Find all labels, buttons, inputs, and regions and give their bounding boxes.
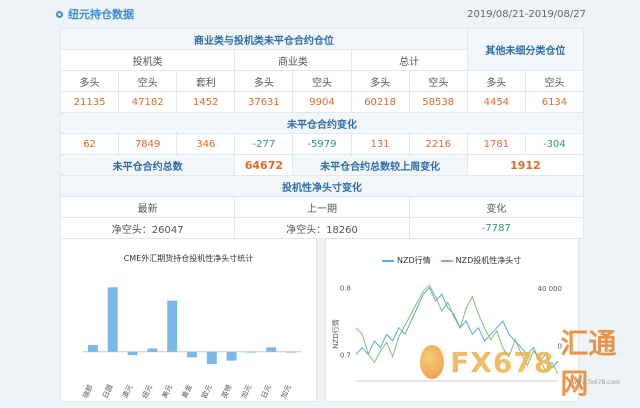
legend-item-price: NZD行情 bbox=[382, 255, 431, 266]
y-left-tick: 0.7 bbox=[340, 351, 351, 359]
net-change: -7787 bbox=[408, 217, 585, 239]
bar bbox=[107, 287, 118, 352]
cell: 37631 bbox=[234, 91, 294, 113]
cell: 2216 bbox=[408, 133, 468, 155]
date-range: 2019/08/21-2019/08/27 bbox=[467, 8, 586, 20]
circle-bullet-icon bbox=[56, 10, 63, 18]
cell: -277 bbox=[234, 133, 294, 155]
x-tick-label: 黄金 bbox=[180, 383, 194, 399]
bar-chart-title: CME外汇期货持仓投机性净头寸统计 bbox=[123, 254, 254, 263]
oi-change-value: 1912 bbox=[466, 154, 585, 176]
bar bbox=[187, 351, 197, 358]
x-tick-label: 瑞郎 bbox=[81, 383, 95, 399]
net-col-prev: 上一期 bbox=[234, 196, 410, 218]
col-spread: 套利 bbox=[176, 70, 236, 92]
cell: 58538 bbox=[408, 91, 468, 113]
watermark-brand: FX678 bbox=[450, 345, 555, 379]
y-axis-label: NZD行情 bbox=[331, 319, 340, 348]
bar bbox=[286, 351, 297, 353]
page-title: 纽元持仓数据 bbox=[56, 6, 134, 22]
bar-chart: 瑞郎 日圆 澳元 纽元 美元 黄金 欧元 英镑 加元 日元 加元 bbox=[81, 287, 301, 400]
net-col-latest: 最新 bbox=[59, 196, 236, 218]
cell: 1452 bbox=[176, 91, 236, 113]
change-title: 未平仓合约变化 bbox=[60, 112, 584, 134]
changes-row: 62 7849 346 -277 -5979 131 2216 1781 -30… bbox=[59, 133, 585, 155]
col-long: 多头 bbox=[59, 70, 120, 92]
net-prev: 净空头：18260 bbox=[234, 217, 410, 239]
legend-item-position: NZD投机性净头寸 bbox=[440, 255, 522, 266]
net-col-change: 变化 bbox=[408, 196, 585, 218]
cot-table: 商业类与投机类未平仓合约仓位 其他未细分类仓位 投机类 商业类 总计 多头 空头… bbox=[59, 28, 585, 239]
total-header: 总计 bbox=[350, 49, 468, 71]
cell: 346 bbox=[176, 133, 236, 155]
cell: 7849 bbox=[118, 133, 178, 155]
bar bbox=[147, 348, 158, 352]
cell: 21135 bbox=[59, 91, 120, 113]
other-title: 其他未细分类仓位 bbox=[466, 28, 585, 71]
x-tick-label: 加元 bbox=[279, 383, 293, 399]
x-tick-label: 美元 bbox=[160, 383, 174, 399]
legend-label: NZD行情 bbox=[397, 256, 431, 265]
cell: 9904 bbox=[292, 91, 352, 113]
bar bbox=[127, 351, 138, 356]
topbar: 纽元持仓数据 2019/08/21-2019/08/27 bbox=[56, 0, 586, 28]
bar bbox=[206, 351, 217, 364]
fx678-logo-icon bbox=[420, 345, 445, 379]
x-tick-label: 纽元 bbox=[140, 383, 154, 399]
bar bbox=[167, 300, 178, 352]
net-latest: 净空头：26047 bbox=[59, 217, 236, 239]
legend-label: NZD投机性净头寸 bbox=[455, 256, 522, 265]
main-container: 纽元持仓数据 2019/08/21-2019/08/27 商业类与投机类未平仓合… bbox=[56, 0, 586, 239]
col-long: 多头 bbox=[350, 70, 410, 92]
legend-swatch-green bbox=[440, 259, 453, 262]
cell: -5979 bbox=[292, 133, 352, 155]
positions-row: 21135 47182 1452 37631 9904 60218 58538 … bbox=[59, 91, 585, 113]
x-tick-label: 英镑 bbox=[219, 383, 233, 399]
bar-chart-panel: CME外汇期货持仓投机性净头寸统计 瑞郎 日圆 澳元 纽元 美元 黄金 欧元 英镑 加元 日元 加元 bbox=[60, 238, 317, 402]
cell: 131 bbox=[350, 133, 410, 155]
col-short: 空头 bbox=[408, 70, 468, 92]
watermark: FX678 汇通网 www.fx678.com bbox=[420, 327, 620, 400]
title-text: 纽元持仓数据 bbox=[68, 8, 134, 21]
oi-total-value: 64672 bbox=[234, 154, 294, 176]
x-tick-label: 欧元 bbox=[200, 383, 214, 399]
line-chart-legend: NZD行情 NZD投机性净头寸 bbox=[382, 255, 521, 266]
bar bbox=[246, 351, 257, 353]
spec-header: 投机类 bbox=[59, 49, 236, 71]
cell: 47182 bbox=[118, 91, 178, 113]
col-short: 空头 bbox=[292, 70, 352, 92]
watermark-url: www.fx678.com bbox=[572, 379, 620, 386]
bar bbox=[226, 351, 237, 361]
x-tick-label: 加元 bbox=[239, 383, 253, 399]
col-short: 空头 bbox=[524, 70, 585, 92]
net-title: 投机性净头寸变化 bbox=[60, 175, 584, 197]
oi-change-label: 未平仓合约总数较上周变化 bbox=[292, 154, 468, 176]
watermark-brand-cn: 汇通网 bbox=[560, 327, 617, 400]
oi-total-label: 未平仓合约总数 bbox=[59, 154, 236, 176]
x-tick-label: 日圆 bbox=[101, 383, 114, 399]
col-long: 多头 bbox=[234, 70, 294, 92]
cell: 60218 bbox=[350, 91, 410, 113]
cell: 4454 bbox=[466, 91, 526, 113]
x-tick-label: 日元 bbox=[260, 383, 273, 399]
bar bbox=[266, 347, 277, 352]
comm-header: 商业类 bbox=[234, 49, 352, 71]
x-tick-label: 澳元 bbox=[120, 383, 134, 399]
y-right-tick: 40 000 bbox=[538, 285, 563, 293]
cell: 1781 bbox=[466, 133, 526, 155]
y-left-tick: 0.8 bbox=[340, 285, 351, 293]
bar bbox=[87, 345, 98, 352]
col-short: 空头 bbox=[118, 70, 178, 92]
cell: -304 bbox=[524, 133, 585, 155]
legend-swatch-blue bbox=[382, 259, 394, 262]
col-long: 多头 bbox=[466, 70, 526, 92]
group-title: 商业类与投机类未平仓合约仓位 bbox=[60, 28, 468, 50]
cell: 6134 bbox=[524, 91, 585, 113]
cell: 62 bbox=[59, 133, 120, 155]
